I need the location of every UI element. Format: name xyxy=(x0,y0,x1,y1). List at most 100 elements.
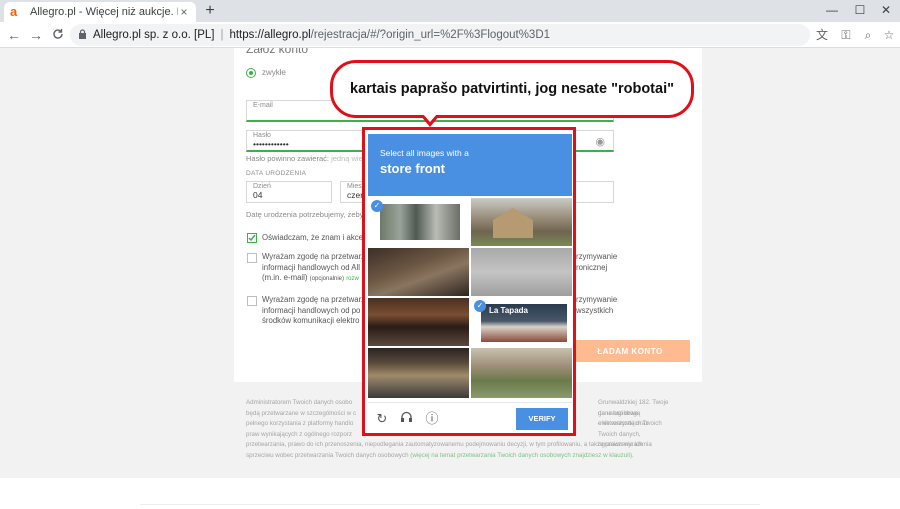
footer-line6-text: sprzeciwu wobec przetwarzania Twoich dan… xyxy=(246,451,409,459)
consent2-line2: informacji handlowych od po xyxy=(262,305,361,315)
account-type-radio[interactable] xyxy=(246,68,256,78)
minimize-button[interactable]: — xyxy=(820,0,844,22)
tile6-sign-text: La Tapada xyxy=(489,306,528,315)
consent2-right-line2: wszystkich xyxy=(576,305,614,315)
consent2-right-text: rzymywanie wszystkich xyxy=(576,295,706,316)
dob-day-field[interactable]: Dzień 04 xyxy=(246,181,332,203)
dob-month-label: Mies xyxy=(347,183,362,190)
captcha-tile-3[interactable] xyxy=(368,248,469,296)
captcha-tile-8[interactable] xyxy=(471,348,572,398)
consent2-checkbox[interactable] xyxy=(247,296,257,306)
captcha-verify-button[interactable]: VERIFY xyxy=(516,408,568,430)
back-icon[interactable]: ← xyxy=(4,25,24,45)
captcha-tile-4[interactable] xyxy=(471,248,572,296)
consent1-text: Wyrażam zgodę na przetwarz informacji ha… xyxy=(262,252,365,285)
consent2-right-line1: rzymywanie xyxy=(576,295,618,304)
footer-line2-left: będą przetwarzane w szczególności w c xyxy=(246,409,357,417)
zoom-icon[interactable]: ⌕ xyxy=(858,25,878,45)
callout-tail-inner xyxy=(423,114,437,122)
consent2-line1: Wyrażam zgodę na przetwarz xyxy=(262,295,366,304)
consent1-expand-link[interactable]: rozw xyxy=(346,276,359,282)
dob-month-value: czer xyxy=(347,190,364,200)
lock-icon xyxy=(78,28,87,42)
checkmark-icon xyxy=(248,234,256,242)
captcha-header: Select all images with a store front xyxy=(368,134,572,196)
consent1-checkbox[interactable] xyxy=(247,253,257,263)
url-separator: | xyxy=(220,29,224,41)
footer-line4-left: praw wynikających z ogólnego rozporz xyxy=(246,430,352,438)
footer-privacy-link[interactable]: (więcej na temat przetwarzania Twoich da… xyxy=(410,452,633,459)
dob-hint: Datę urodzenia potrzebujemy, żeby mó xyxy=(246,210,376,219)
forward-icon[interactable]: → xyxy=(26,25,46,45)
consent1-optional: (opcjonalnie) xyxy=(309,276,345,282)
captcha-challenge: Select all images with a store front ✓ L… xyxy=(362,127,576,436)
form-heading: Załóż konto xyxy=(246,48,309,56)
annotation-text: kartais paprašo patvirtinti, jog nesate … xyxy=(350,81,674,97)
site-organization: Allegro.pl sp. z o.o. [PL] xyxy=(93,29,215,41)
footer-line3-left: pełnego korzystania z platformy handlo xyxy=(246,420,354,427)
footer-line4-right: Twoich danych, ograniczenia ich xyxy=(598,430,643,449)
translate-icon[interactable]: 文 xyxy=(812,25,832,45)
captcha-target: store front xyxy=(380,161,445,176)
consent1-right-line1: rzymywanie xyxy=(576,252,618,261)
show-password-eye-icon[interactable]: ◉ xyxy=(595,135,605,148)
bottom-divider xyxy=(140,504,760,505)
tab-bar: a Allegro.pl - Więcej niż aukcje. Na × +… xyxy=(0,0,900,22)
footer-line3-right: enie wszystkich Twoich xyxy=(598,420,662,427)
annotation-callout: kartais paprašo patvirtinti, jog nesate … xyxy=(330,60,694,118)
terms-text: Oświadczam, że znam i akcep xyxy=(262,233,368,242)
maximize-button[interactable]: ☐ xyxy=(848,0,872,22)
key-icon[interactable]: ⚿ xyxy=(836,25,856,45)
footer-line6: sprzeciwu wobec przetwarzania Twoich dan… xyxy=(246,451,676,462)
captcha-footer: ↻ ⓘ VERIFY xyxy=(368,402,572,432)
password-hint-text: Hasło powinno zawierać: xyxy=(246,154,329,163)
captcha-tile-2[interactable] xyxy=(471,198,572,246)
browser-tab[interactable]: a Allegro.pl - Więcej niż aukcje. Na × xyxy=(4,2,196,22)
dob-heading: DATA URODZENIA xyxy=(246,170,307,177)
tile6-selected-check-icon: ✓ xyxy=(474,300,486,312)
new-tab-button[interactable]: + xyxy=(200,2,220,22)
captcha-tile-5[interactable] xyxy=(368,298,469,346)
tab-close-icon[interactable]: × xyxy=(178,5,190,19)
password-label: Hasło xyxy=(253,132,271,139)
dob-year-field[interactable] xyxy=(570,181,614,203)
star-icon[interactable]: ☆ xyxy=(879,25,899,45)
address-bar[interactable]: Allegro.pl sp. z o.o. [PL] | https://all… xyxy=(70,24,810,46)
tile1-photo xyxy=(380,204,460,240)
dob-day-label: Dzień xyxy=(253,183,271,190)
password-value: •••••••••••• xyxy=(253,139,289,149)
url-host: https://allegro.pl xyxy=(229,29,311,41)
tile1-selected-check-icon: ✓ xyxy=(371,200,383,212)
consent1-line3-text: (m.in. e-mail) xyxy=(262,273,308,282)
captcha-info-icon[interactable]: ⓘ xyxy=(424,411,440,427)
consent1-right-line2: ronicznej xyxy=(576,262,608,272)
radio-dot xyxy=(249,71,253,75)
tab-title: Allegro.pl - Więcej niż aukcje. Na xyxy=(30,6,178,18)
captcha-tile-1[interactable]: ✓ xyxy=(368,198,469,246)
consent1-right-text: rzymywanie ronicznej xyxy=(576,252,706,273)
account-type-label: zwykłe xyxy=(262,68,287,77)
reload-icon[interactable] xyxy=(48,25,68,45)
captcha-tile-6[interactable]: La Tapada ✓ xyxy=(471,298,572,346)
captcha-instruction: Select all images with a xyxy=(380,148,469,158)
tile2-house-shape xyxy=(493,208,533,238)
bottom-bar xyxy=(0,478,900,509)
dob-day-value: 04 xyxy=(253,190,263,200)
password-hint: Hasło powinno zawierać: jedną wielką xyxy=(246,154,372,164)
consent1-line3: (m.in. e-mail) (opcjonalnie) rozw xyxy=(262,273,365,285)
consent1-line2: informacji handlowych od All xyxy=(262,262,360,272)
url-path: /rejestracja/#/?origin_url=%2F%3Flogout%… xyxy=(310,29,551,41)
window-close-button[interactable]: ✕ xyxy=(874,0,898,22)
terms-checkbox[interactable] xyxy=(247,233,257,243)
captcha-tile-7[interactable] xyxy=(368,348,469,398)
footer-line1-left: Administratorem Twoich danych osobo xyxy=(246,399,353,406)
browser-toolbar: ← → Allegro.pl sp. z o.o. [PL] | https:/… xyxy=(0,22,900,48)
tile6-photo: La Tapada xyxy=(481,304,567,342)
email-label: E-mail xyxy=(253,102,273,109)
consent2-line3: środków komunikacji elektro xyxy=(262,316,360,325)
captcha-audio-icon[interactable] xyxy=(398,411,414,427)
consent1-line1: Wyrażam zgodę na przetwarz xyxy=(262,252,366,261)
captcha-reload-icon[interactable]: ↻ xyxy=(374,411,390,427)
allegro-favicon-icon: a xyxy=(10,4,18,19)
consent2-text: Wyrażam zgodę na przetwarz informacji ha… xyxy=(262,295,365,327)
